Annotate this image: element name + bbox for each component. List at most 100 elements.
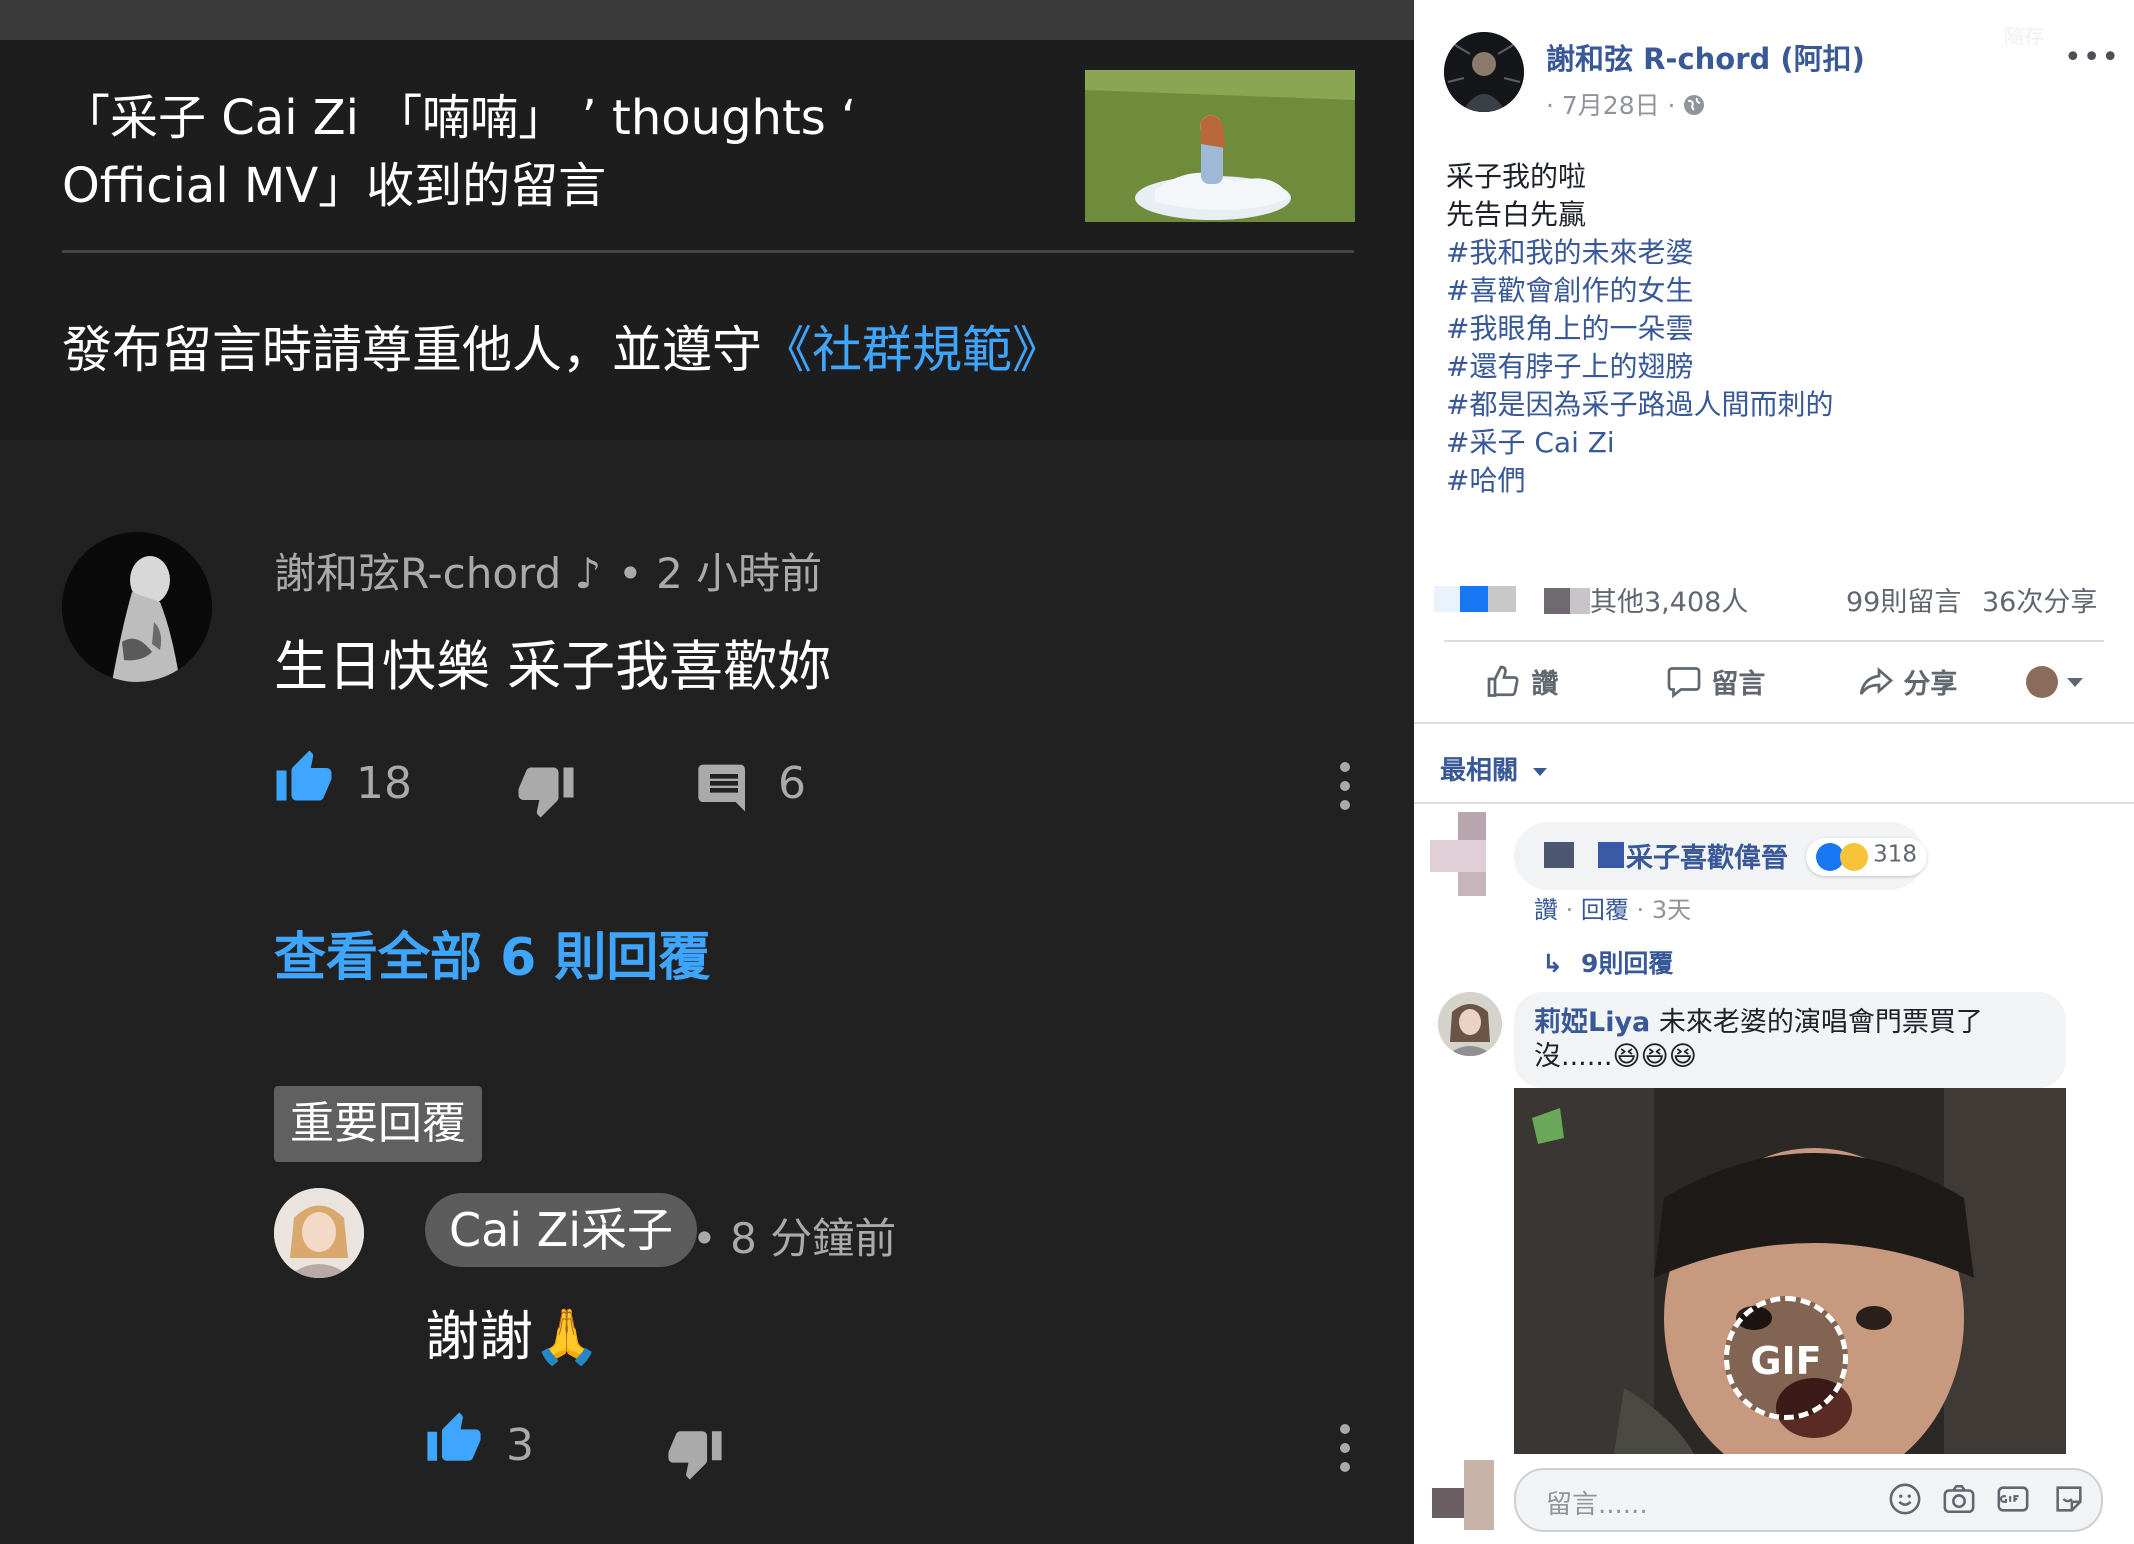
comment-button-label: 留言 bbox=[1711, 669, 1766, 700]
community-notice: 發布留言時請尊重他人，並遵守《社群規範》 bbox=[62, 310, 1062, 382]
header-divider bbox=[62, 250, 1354, 253]
hashtag-link[interactable]: #采子 Cai Zi bbox=[1446, 424, 1833, 462]
blur-pixel bbox=[1570, 588, 1590, 614]
comment-reactions[interactable]: 318 bbox=[1806, 838, 1927, 876]
post-line: 先告白先贏 bbox=[1446, 198, 1587, 231]
youtube-comments-panel: 「采子 Cai Zi 「喃喃」 ’ thoughts ‘ Official MV… bbox=[0, 0, 1414, 1544]
like-button-label: 讚 bbox=[1531, 669, 1559, 700]
hashtag-link[interactable]: #還有脖子上的翅膀 bbox=[1446, 348, 1833, 386]
comment-menu-icon[interactable] bbox=[1340, 762, 1352, 819]
sticker-icon[interactable] bbox=[2052, 1482, 2086, 1516]
post-line: 采子我的啦 bbox=[1446, 160, 1587, 193]
reply-text: 謝謝🙏 bbox=[425, 1305, 601, 1368]
view-replies-link[interactable]: ↳ 9則回覆 bbox=[1542, 944, 1673, 980]
comment-reaction-count: 318 bbox=[1873, 841, 1917, 868]
post-date[interactable]: · 7月28日 · bbox=[1546, 91, 1676, 120]
actions-divider bbox=[1414, 722, 2134, 724]
hashtag-link[interactable]: #喜歡會創作的女生 bbox=[1446, 272, 1833, 310]
community-guidelines-link[interactable]: 《社群規範》 bbox=[762, 321, 1062, 379]
hashtag-link[interactable]: #我眼角上的一朵雲 bbox=[1446, 310, 1833, 348]
commenter-name[interactable]: 莉婭Liya bbox=[1534, 1007, 1650, 1038]
comment-reply-link[interactable]: 回覆 bbox=[1581, 896, 1629, 924]
comment-meta: 謝和弦R-chord ♪ • 2 小時前 bbox=[274, 540, 822, 601]
reply-count: 6 bbox=[778, 758, 806, 809]
dislike-icon[interactable] bbox=[516, 760, 576, 820]
pinned-reply-label: 重要回覆 bbox=[274, 1086, 482, 1162]
video-thumbnail[interactable] bbox=[1085, 70, 1355, 222]
like-count: 18 bbox=[356, 758, 412, 809]
blur-avatar bbox=[1458, 812, 1486, 842]
comment-button[interactable]: 留言 bbox=[1666, 662, 1765, 707]
comment-content: 莉婭Liya 未來老婆的演唱會門票買了 沒......😆😆😆 bbox=[1534, 1006, 1983, 1074]
comment-time[interactable]: 3天 bbox=[1652, 896, 1691, 924]
reply-arrow-icon: ↳ bbox=[1542, 949, 1563, 978]
comment-time[interactable]: • 2 小時前 bbox=[618, 549, 822, 598]
hashtag-link[interactable]: #都是因為采子路過人間而刺的 bbox=[1446, 386, 1833, 424]
comment-count[interactable]: 99則留言 bbox=[1846, 580, 1961, 619]
audience-selector[interactable] bbox=[2026, 666, 2084, 698]
faint-label: 隨存 bbox=[2004, 24, 2044, 48]
reply-like-icon[interactable] bbox=[425, 1410, 483, 1468]
emoji-icon[interactable] bbox=[1888, 1482, 1922, 1516]
reply-like-count: 3 bbox=[506, 1420, 534, 1471]
post-meta: · 7月28日 · bbox=[1546, 86, 1705, 122]
reply-time[interactable]: • 8 分鐘前 bbox=[692, 1205, 896, 1266]
blur-pixel bbox=[1434, 586, 1460, 612]
post-stats: 其他3,408人 99則留言 36次分享 bbox=[1414, 580, 2134, 620]
hashtag-link[interactable]: #哈們 bbox=[1446, 462, 1833, 500]
commenter-avatar[interactable] bbox=[62, 532, 212, 682]
blur-avatar bbox=[1464, 1460, 1494, 1530]
comment-text: 生日快樂 采子我喜歡妳 bbox=[274, 635, 832, 698]
creator-avatar[interactable] bbox=[274, 1188, 364, 1278]
sort-label: 最相關 bbox=[1440, 756, 1519, 786]
gif-label: GIF bbox=[1750, 1339, 1822, 1383]
reply-dislike-icon[interactable] bbox=[666, 1424, 724, 1482]
like-icon[interactable] bbox=[274, 748, 334, 808]
view-replies-label: 9則回覆 bbox=[1580, 949, 1674, 978]
like-button[interactable]: 讚 bbox=[1486, 662, 1558, 707]
camera-icon[interactable] bbox=[1942, 1482, 1976, 1516]
like-reaction-icon[interactable] bbox=[1460, 586, 1488, 612]
reply-icon[interactable] bbox=[696, 760, 752, 816]
top-strip bbox=[0, 0, 1414, 40]
blur-avatar bbox=[1432, 1488, 1464, 1518]
view-all-replies-link[interactable]: 查看全部 6 則回覆 bbox=[274, 915, 710, 990]
commenter-avatar[interactable] bbox=[1438, 992, 1502, 1056]
gif-play-badge[interactable]: GIF bbox=[1724, 1296, 1848, 1420]
stats-divider bbox=[1444, 640, 2104, 642]
haha-reaction-icon bbox=[1840, 843, 1868, 871]
reply-menu-icon[interactable] bbox=[1340, 1424, 1352, 1481]
share-arrow-icon bbox=[1858, 664, 1894, 707]
comment-actions: 讚 · 回覆 · 3天 bbox=[1534, 896, 1692, 924]
reaction-count[interactable]: 其他3,408人 bbox=[1590, 580, 1748, 619]
thumbs-up-icon bbox=[1486, 664, 1522, 707]
gif-icon[interactable] bbox=[1996, 1482, 2030, 1516]
page-avatar[interactable] bbox=[1444, 32, 1524, 112]
blur-pixel bbox=[1488, 586, 1516, 612]
sort-divider bbox=[1414, 802, 2134, 804]
comment-author[interactable]: 謝和弦R-chord bbox=[274, 549, 561, 598]
comment-composer[interactable]: 留言...... bbox=[1514, 1468, 2103, 1532]
chevron-down-icon bbox=[2067, 677, 2084, 687]
page-name[interactable]: 謝和弦 R-chord (阿扣) bbox=[1546, 36, 1865, 78]
gif-attachment[interactable]: GIF bbox=[1514, 1088, 2066, 1454]
facebook-post-panel: 謝和弦 R-chord (阿扣) · 7月28日 · ••• 隨存 采子我的啦 … bbox=[1414, 0, 2134, 1544]
video-title: 「采子 Cai Zi 「喃喃」 ’ thoughts ‘ Official MV… bbox=[62, 90, 857, 214]
blur-avatar bbox=[1458, 872, 1486, 896]
comment-bubble-icon bbox=[1666, 664, 1702, 707]
commenter-name[interactable]: 采子喜歡偉晉 bbox=[1626, 836, 1788, 875]
more-options-icon[interactable]: ••• bbox=[2064, 40, 2120, 75]
comment-like-link[interactable]: 讚 bbox=[1534, 896, 1558, 924]
composer-placeholder: 留言...... bbox=[1546, 1490, 1648, 1520]
creator-name-chip[interactable]: Cai Zi采子 bbox=[425, 1193, 698, 1267]
share-button[interactable]: 分享 bbox=[1858, 662, 1957, 707]
globe-icon bbox=[1683, 93, 1705, 122]
comment-sort-dropdown[interactable]: 最相關 bbox=[1440, 750, 1548, 787]
share-count[interactable]: 36次分享 bbox=[1982, 580, 2097, 619]
comment-text: 未來老婆的演唱會門票買了 bbox=[1658, 1007, 1983, 1038]
share-button-label: 分享 bbox=[1903, 669, 1958, 700]
blur-pixel bbox=[1544, 588, 1570, 614]
hashtag-link[interactable]: #我和我的未來老婆 bbox=[1446, 234, 1833, 272]
blur-name bbox=[1544, 842, 1574, 868]
comment-text: 沒......😆😆😆 bbox=[1534, 1041, 1697, 1072]
